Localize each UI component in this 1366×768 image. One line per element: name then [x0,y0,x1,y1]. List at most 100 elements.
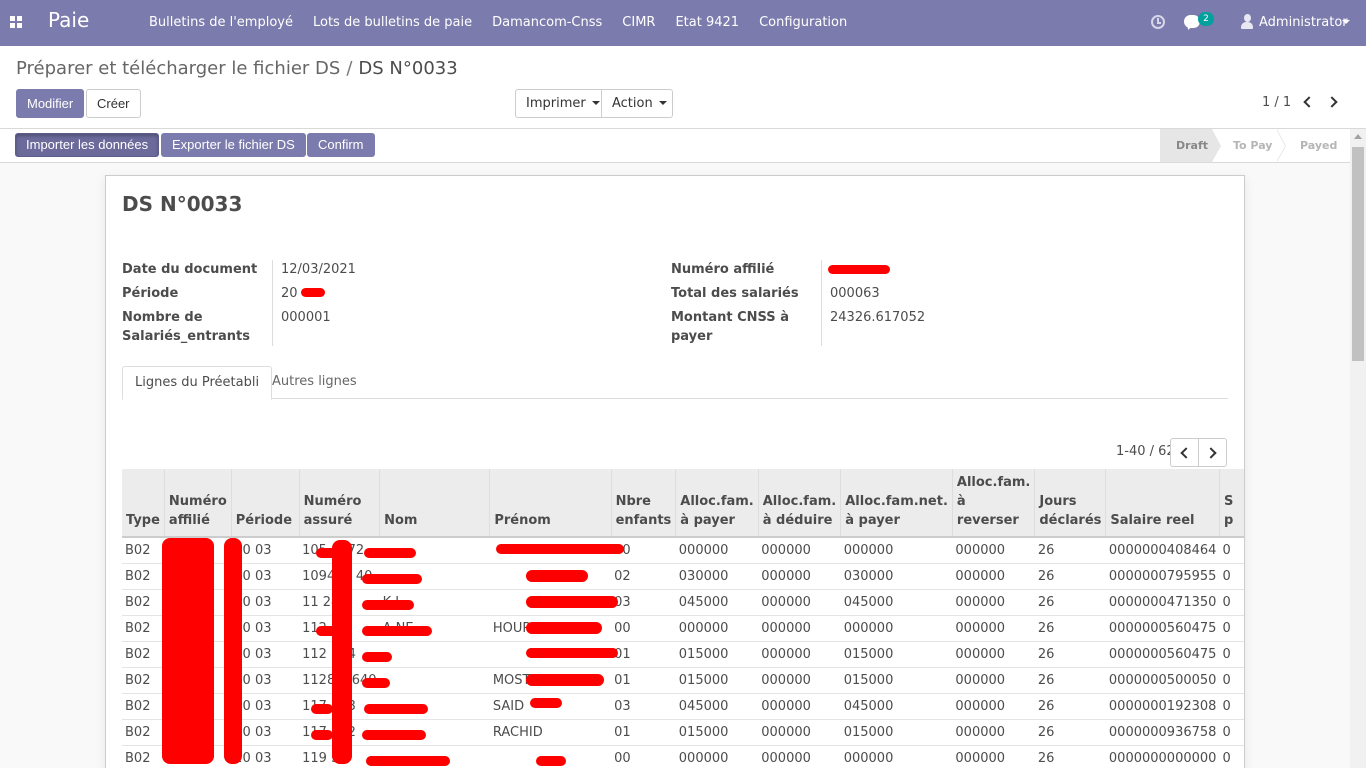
column-header-family-allowance-net[interactable]: Alloc.fam.net. à payer [840,469,953,538]
cell-declared-days: 26 [1034,614,1106,641]
column-header-family-allowance-payable[interactable]: Alloc.fam. à payer [675,469,759,538]
list-pager[interactable]: 1-40 / 62 [1116,444,1175,459]
redaction-mark [364,548,416,558]
table-row[interactable]: B026020 03117 542RACHID01015000000000015… [122,718,1244,745]
column-header-last-name[interactable]: Nom [379,469,490,538]
menu-item-bulletins[interactable]: Bulletins de l'employé [139,0,303,46]
action-caret-icon [658,101,667,105]
create-button[interactable]: Créer [86,89,141,118]
breadcrumb-separator: / [346,58,353,79]
column-header-insured-number[interactable]: Numéro assuré [298,469,380,538]
table-row[interactable]: B026020 03112 14401015000000000015000000… [122,640,1244,667]
table-row[interactable]: B026020 03112860640MOSTAFA01015000000000… [122,666,1244,693]
breadcrumb: Préparer et télécharger le fichier DS / DS… [16,58,458,79]
confirm-button[interactable]: Confirm [307,133,375,157]
redaction-mark [316,548,344,558]
table-row[interactable]: B026020 03119 54000000000000000000000000… [122,744,1244,768]
table-row[interactable]: B0220 03109453 4002030000000000030000000… [122,562,1244,589]
form-sheet: DS N°0033 Date du document 12/03/2021 Pé… [105,175,1245,768]
table-row[interactable]: B026020 03117 443SAID0304500000000004500… [122,692,1244,719]
column-header-affiliate-number[interactable]: Numéro affilié [163,469,232,538]
field-label-period: Période [122,286,179,301]
record-pager[interactable]: 1 / 1 [1262,95,1291,110]
tab-other-lines[interactable]: Autres lignes [260,366,369,399]
menu-item-lots[interactable]: Lots de bulletins de paie [303,0,482,46]
breadcrumb-current: DS N°0033 [358,58,458,79]
app-brand[interactable]: Paie [48,8,89,32]
cell-truncated: 0 [1219,562,1244,589]
user-avatar-icon[interactable] [1241,14,1253,30]
cell-allowance-payable: 045000 [675,692,759,719]
cell-declared-days: 26 [1034,562,1106,589]
breadcrumb-parent-link[interactable]: Préparer et télécharger le fichier DS [16,58,340,79]
cell-allowance-net: 000000 [840,614,953,641]
pager-next-icon[interactable] [1326,96,1338,108]
column-header-declared-days[interactable]: Jours déclarés [1034,469,1106,538]
field-period: 20 [281,286,298,301]
edit-button[interactable]: Modifier [16,89,85,118]
tab-preetabli-lines[interactable]: Lignes du Préetabli [122,366,273,400]
column-header-family-allowance-refund[interactable]: Alloc.fam. à reverser [951,469,1035,538]
table-row[interactable]: B0260920 03112 75A NEHOUR000000000000000… [122,614,1244,641]
redaction-mark [828,265,890,274]
cell-allowance-refund: 000000 [952,744,1035,768]
export-ds-file-button[interactable]: Exporter le fichier DS [161,133,306,157]
column-header-period[interactable]: Période [230,469,300,538]
redaction-mark [526,596,618,608]
cell-children-count: 01 [611,718,676,745]
column-header-children-count[interactable]: Nbre enfants [610,469,676,538]
column-header-first-name[interactable]: Prénom [489,469,612,538]
field-label-cnss-amount: Montant CNSS à payer [671,310,789,344]
redaction-mark [332,540,352,764]
page-scrollbar[interactable] [1350,129,1366,768]
cell-declared-days: 26 [1034,692,1106,719]
import-data-button[interactable]: Importer les données [15,133,160,157]
cell-allowance-refund: 000000 [952,692,1035,719]
cell-real-salary: 0000000192308 [1105,692,1220,719]
list-next-button[interactable] [1198,438,1227,467]
menu-item-configuration[interactable]: Configuration [749,0,857,46]
cell-allowance-refund: 000000 [952,640,1035,667]
print-caret-icon [591,101,600,105]
menu-item-cimr[interactable]: CIMR [612,0,665,46]
table-row[interactable]: B026020 0311 245K I030450000000000450000… [122,588,1244,615]
list-previous-button[interactable] [1170,438,1199,467]
user-menu[interactable]: Administrator [1259,0,1348,45]
redaction-mark [224,538,242,764]
redaction-mark [316,626,340,636]
action-dropdown[interactable]: Action [601,89,673,118]
scroll-up-arrow-icon[interactable] [1354,134,1362,139]
redaction-mark [362,678,390,688]
pager-previous-icon[interactable] [1303,96,1315,108]
print-dropdown[interactable]: Imprimer [515,89,602,118]
main-menu: Bulletins de l'employé Lots de bulletins… [139,0,857,46]
column-header-truncated[interactable]: S p [1218,469,1244,538]
redaction-mark [362,730,426,740]
column-header-family-allowance-deduct[interactable]: Alloc.fam. à déduire [757,469,841,538]
menu-item-etat-9421[interactable]: Etat 9421 [665,0,749,46]
cell-type: B02 [122,562,165,589]
redaction-mark [362,626,432,636]
scrollbar-thumb[interactable] [1352,147,1364,361]
cell-type: B02 [122,640,165,667]
field-label-total-employees: Total des salariés [671,286,799,301]
cell-allowance-net: 015000 [840,666,953,693]
column-header-type[interactable]: Type [122,469,165,538]
menu-item-damancom[interactable]: Damancom-Cnss [482,0,612,46]
list-next-icon [1205,447,1217,459]
cell-truncated: 0 [1219,692,1244,719]
cell-allowance-refund: 000000 [952,588,1035,615]
cell-allowance-payable: 015000 [675,666,759,693]
cell-children-count: 01 [611,666,676,693]
cell-truncated: 0 [1219,666,1244,693]
activity-clock-icon[interactable] [1151,15,1165,29]
user-menu-caret-icon[interactable] [1342,20,1350,24]
cell-allowance-net: 015000 [840,640,953,667]
cell-real-salary: 0000000560475 [1105,614,1220,641]
apps-menu-icon[interactable] [10,16,23,29]
column-header-real-salary[interactable]: Salaire reel [1105,469,1220,538]
cell-type: B02 [122,744,165,768]
table-row[interactable]: B0220 03105 0172000000000000000000000000… [122,536,1244,563]
redaction-mark [301,288,325,297]
table-header-row: Type Numéro affilié Période Numéro assur… [122,469,1244,538]
